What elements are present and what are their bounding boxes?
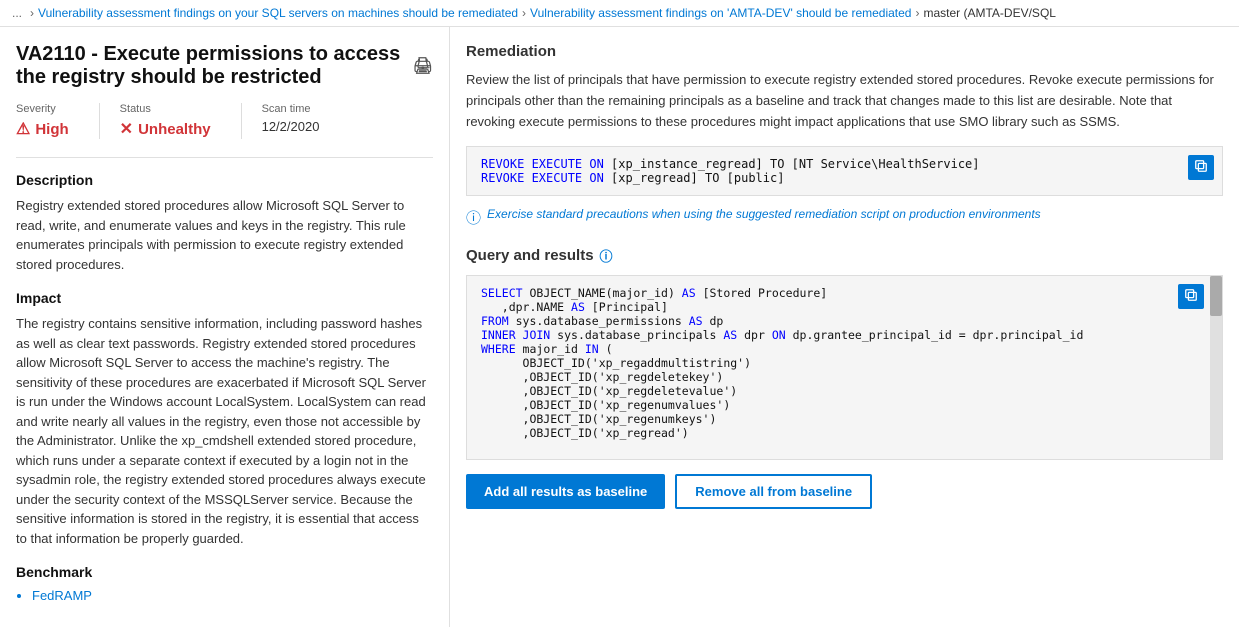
page-title-text: VA2110 - Execute permissions to access t…	[16, 43, 403, 89]
query-line-4: INNER JOIN sys.database_principals AS dp…	[481, 328, 1178, 342]
benchmark-item[interactable]: FedRAMP	[32, 588, 433, 603]
query-line-11: ,OBJECT_ID('xp_regread')	[481, 426, 1178, 440]
breadcrumb: ... › Vulnerability assessment findings …	[0, 0, 1239, 27]
status-label: Status	[120, 103, 211, 115]
info-icon: ⓘ	[466, 207, 481, 228]
divider-1	[16, 157, 433, 158]
page-title-row: VA2110 - Execute permissions to access t…	[16, 43, 433, 89]
status-value: ✕ Unhealthy	[120, 119, 211, 139]
print-icon[interactable]: 🖨	[413, 56, 433, 76]
severity-block: Severity ⚠ High	[16, 103, 100, 139]
remediation-code-inner: REVOKE EXECUTE ON [xp_instance_regread] …	[481, 157, 1208, 185]
scroll-thumb[interactable]	[1210, 276, 1222, 316]
status-block: Status ✕ Unhealthy	[120, 103, 242, 139]
remediation-copy-button[interactable]	[1188, 155, 1214, 180]
info-text: Exercise standard precautions when using…	[487, 206, 1041, 223]
description-body: Registry extended stored procedures allo…	[16, 196, 433, 274]
benchmark-title: Benchmark	[16, 564, 433, 580]
scan-block: Scan time 12/2/2020	[262, 103, 350, 139]
breadcrumb-item-1[interactable]: Vulnerability assessment findings on you…	[38, 6, 518, 20]
query-title-row: Query and results ⓘ	[466, 246, 1223, 265]
scan-date: 12/2/2020	[262, 119, 320, 134]
impact-body: The registry contains sensitive informat…	[16, 314, 433, 548]
remediation-code-line-2: REVOKE EXECUTE ON [xp_regread] TO [publi…	[481, 171, 1168, 185]
left-panel: VA2110 - Execute permissions to access t…	[0, 27, 450, 627]
remediation-text: Review the list of principals that have …	[466, 70, 1223, 132]
remediation-code-line-1: REVOKE EXECUTE ON [xp_instance_regread] …	[481, 157, 1168, 171]
description-title: Description	[16, 172, 433, 188]
query-line-6: OBJECT_ID('xp_regaddmultistring')	[481, 356, 1178, 370]
severity-icon: ⚠	[16, 119, 30, 139]
remove-baseline-button[interactable]: Remove all from baseline	[675, 474, 872, 509]
query-line-8: ,OBJECT_ID('xp_regdeletevalue')	[481, 384, 1178, 398]
breadcrumb-ellipsis: ...	[12, 6, 22, 20]
breadcrumb-item-3: master (AMTA-DEV/SQL	[923, 6, 1055, 20]
add-baseline-button[interactable]: Add all results as baseline	[466, 474, 665, 509]
query-code-block: SELECT OBJECT_NAME(major_id) AS [Stored …	[466, 275, 1223, 460]
query-line-3: FROM sys.database_permissions AS dp	[481, 314, 1178, 328]
right-panel: Remediation Review the list of principal…	[450, 27, 1239, 627]
scan-label: Scan time	[262, 103, 320, 115]
button-row: Add all results as baseline Remove all f…	[466, 474, 1223, 509]
benchmark-list: FedRAMP	[32, 588, 433, 603]
severity-text: High	[35, 121, 68, 138]
query-line-1: SELECT OBJECT_NAME(major_id) AS [Stored …	[481, 286, 1178, 300]
query-code-inner: SELECT OBJECT_NAME(major_id) AS [Stored …	[481, 286, 1208, 440]
query-line-5: WHERE major_id IN (	[481, 342, 1178, 356]
info-bar: ⓘ Exercise standard precautions when usi…	[466, 206, 1223, 228]
breadcrumb-item-2[interactable]: Vulnerability assessment findings on 'AM…	[530, 6, 911, 20]
severity-label: Severity	[16, 103, 69, 115]
status-icon: ✕	[120, 119, 133, 139]
remediation-code-block: REVOKE EXECUTE ON [xp_instance_regread] …	[466, 146, 1223, 196]
scroll-track	[1210, 276, 1222, 459]
scan-value: 12/2/2020	[262, 119, 320, 134]
status-text: Unhealthy	[138, 121, 211, 138]
meta-row: Severity ⚠ High Status ✕ Unhealthy Scan …	[16, 103, 433, 139]
query-line-2: ,dpr.NAME AS [Principal]	[481, 300, 1178, 314]
query-line-7: ,OBJECT_ID('xp_regdeletekey')	[481, 370, 1178, 384]
query-line-10: ,OBJECT_ID('xp_regenumkeys')	[481, 412, 1178, 426]
query-title-text: Query and results	[466, 247, 594, 264]
remediation-title: Remediation	[466, 43, 1223, 60]
query-info-icon[interactable]: ⓘ	[600, 246, 613, 265]
impact-title: Impact	[16, 290, 433, 306]
severity-value: ⚠ High	[16, 119, 69, 139]
query-line-9: ,OBJECT_ID('xp_regenumvalues')	[481, 398, 1178, 412]
query-copy-button[interactable]	[1178, 284, 1204, 309]
